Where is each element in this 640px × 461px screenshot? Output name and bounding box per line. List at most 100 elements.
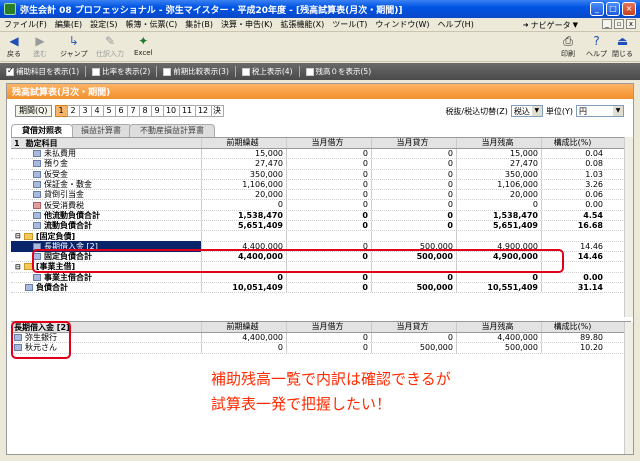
separator	[85, 66, 87, 77]
cell	[286, 231, 371, 241]
cell: 10.20	[541, 343, 606, 353]
cell: 3.26	[541, 179, 606, 190]
header-account: 勘定科目	[25, 138, 58, 148]
show-zero-checkbox[interactable]: 残高０を表示(5)	[305, 66, 372, 77]
help-button[interactable]: ? ヘルプ	[586, 34, 607, 59]
cell: 0	[201, 200, 286, 210]
cell: 20,000	[456, 190, 541, 200]
cell: 0	[371, 200, 456, 210]
menu-books[interactable]: 帳簿・伝票(C)	[121, 19, 181, 30]
period-button[interactable]: 期間(Q)	[15, 105, 52, 117]
cell: 16.68	[541, 221, 606, 231]
cell	[541, 231, 606, 241]
collapse-icon[interactable]: ⊟	[15, 232, 21, 240]
month-12[interactable]: 12	[194, 105, 212, 117]
separator	[156, 66, 158, 77]
menu-extensions[interactable]: 拡張機能(X)	[277, 19, 329, 30]
menu-closing[interactable]: 決算・申告(K)	[217, 19, 277, 30]
toolbar: ◀ 戻る ▶ 進む ↳ ジャンプ ✎ 仕訳入力 ✦ Excel ⎙ 印刷 ? ヘルプ ⏏ 閉じる	[0, 32, 640, 62]
menu-tools[interactable]: ツール(T)	[328, 19, 371, 30]
mdi-minimize-button[interactable]: _	[602, 19, 612, 29]
menu-window[interactable]: ウィンドウ(W)	[371, 19, 433, 30]
cell: 0	[286, 210, 371, 221]
menu-settings[interactable]: 設定(S)	[86, 19, 121, 30]
back-button[interactable]: ◀ 戻る	[6, 34, 22, 59]
vertical-scrollbar[interactable]	[624, 137, 633, 317]
month-11[interactable]: 11	[178, 105, 196, 117]
table-row[interactable]: 負債合計 10,051,409 0 500,000 10,551,409 31.14	[11, 282, 631, 294]
prior-compare-checkbox[interactable]: 前期比較表示(3)	[163, 66, 229, 77]
mdi-close-button[interactable]: x	[626, 19, 636, 29]
menu-aggregate[interactable]: 集計(B)	[181, 19, 217, 30]
back-arrow-icon: ◀	[9, 34, 19, 48]
cell: 5,651,409	[201, 221, 286, 231]
sub-vertical-scrollbar[interactable]	[624, 322, 633, 454]
header-debit: 当月借方	[286, 322, 371, 332]
header-opening: 前期繰越	[201, 138, 286, 148]
cell: 10,551,409	[456, 282, 541, 293]
cell: 0	[286, 200, 371, 210]
mdi-restore-button[interactable]: ▫	[614, 19, 624, 29]
tax-display-checkbox[interactable]: 税上表示(4)	[241, 66, 293, 77]
forward-button[interactable]: ▶ 進む	[32, 34, 48, 59]
option-label: 比率を表示(2)	[102, 67, 151, 76]
close-button[interactable]: ⏏ 閉じる	[612, 34, 633, 59]
cell: 500,000	[371, 282, 456, 293]
print-button[interactable]: ⎙ 印刷	[560, 34, 576, 59]
table-row[interactable]: 秋元さん 0 0 500,000 500,000 10.20	[11, 343, 631, 354]
unit-select[interactable]: 円 ▼	[576, 105, 624, 117]
tax-select[interactable]: 税込 ▼	[510, 105, 543, 117]
menu-help[interactable]: ヘルプ(H)	[434, 19, 478, 30]
show-sub-accounts-checkbox[interactable]: 補助科目を表示(1)	[6, 66, 79, 77]
close-window-button[interactable]: ×	[622, 2, 636, 16]
cell: 27,470	[456, 159, 541, 169]
cell: 350,000	[201, 169, 286, 179]
chevron-down-icon: ▼	[531, 106, 542, 116]
cell: 20,000	[201, 190, 286, 200]
tab-income-statement[interactable]: 損益計算書	[70, 124, 132, 137]
tax-label: 税抜/税込切替(Z)	[445, 106, 508, 116]
tax-controls: 税抜/税込切替(Z) 税込 ▼ 単位(Y) 円 ▼	[445, 105, 627, 117]
navigator-button[interactable]: ➜ ナビゲータ ▼	[523, 19, 578, 31]
maximize-button[interactable]: □	[606, 2, 620, 16]
unit-label: 単位(Y)	[545, 106, 573, 116]
account-icon	[33, 273, 41, 281]
cell: 0	[286, 221, 371, 231]
cell: 4,400,000	[456, 333, 541, 343]
annotation-text: 補助残高一覧で内訳は確認できるが 試算表一発で把握したい！	[211, 367, 451, 417]
open-entry-label: 仕訳入力	[96, 50, 124, 58]
cell: 0	[201, 343, 286, 353]
account-icon	[33, 150, 41, 158]
cell: 0.00	[541, 200, 606, 210]
cell: 15,000	[201, 149, 286, 159]
account-icon	[33, 201, 41, 209]
annotation-line-2: 試算表一発で把握したい！	[211, 395, 392, 413]
cell	[201, 231, 286, 241]
level-indicator: 1	[14, 138, 20, 148]
cell: 500,000	[456, 343, 541, 353]
menu-file[interactable]: ファイル(F)	[0, 19, 51, 30]
cell: 0.00	[541, 272, 606, 282]
minimize-button[interactable]: _	[590, 2, 604, 16]
month-closing[interactable]: 決	[210, 105, 224, 117]
cell: 0	[286, 179, 371, 190]
header-debit: 当月借方	[286, 138, 371, 148]
show-ratio-checkbox[interactable]: 比率を表示(2)	[92, 66, 150, 77]
collapse-icon[interactable]: ⊟	[15, 263, 21, 271]
excel-button[interactable]: ✦ Excel	[134, 34, 153, 57]
title-bar: 弥生会計 08 プロフェッショナル - 弥生マイスター・平成20年度 - [残高…	[0, 0, 640, 18]
checkbox	[163, 67, 172, 76]
panel-title: 残高試算表(月次・期間)	[7, 84, 633, 99]
menu-edit[interactable]: 編集(E)	[51, 19, 86, 30]
tab-real-estate[interactable]: 不動産損益計算書	[129, 124, 215, 137]
month-10[interactable]: 10	[162, 105, 180, 117]
close-label: 閉じる	[612, 50, 633, 58]
excel-label: Excel	[134, 49, 153, 57]
sub-account-table: 長期借入金 [2] 前期繰越 当月借方 当月貸方 当月残高 構成比(%) 弥生銀…	[11, 321, 631, 354]
tab-balance-sheet[interactable]: 貸借対照表	[11, 124, 73, 137]
cell: 0	[371, 272, 456, 282]
navigator-label: ナビゲータ	[530, 20, 571, 30]
open-entry-button[interactable]: ✎ 仕訳入力	[96, 34, 124, 59]
option-label: 残高０を表示(5)	[315, 67, 372, 76]
jump-button[interactable]: ↳ ジャンプ	[60, 34, 87, 59]
